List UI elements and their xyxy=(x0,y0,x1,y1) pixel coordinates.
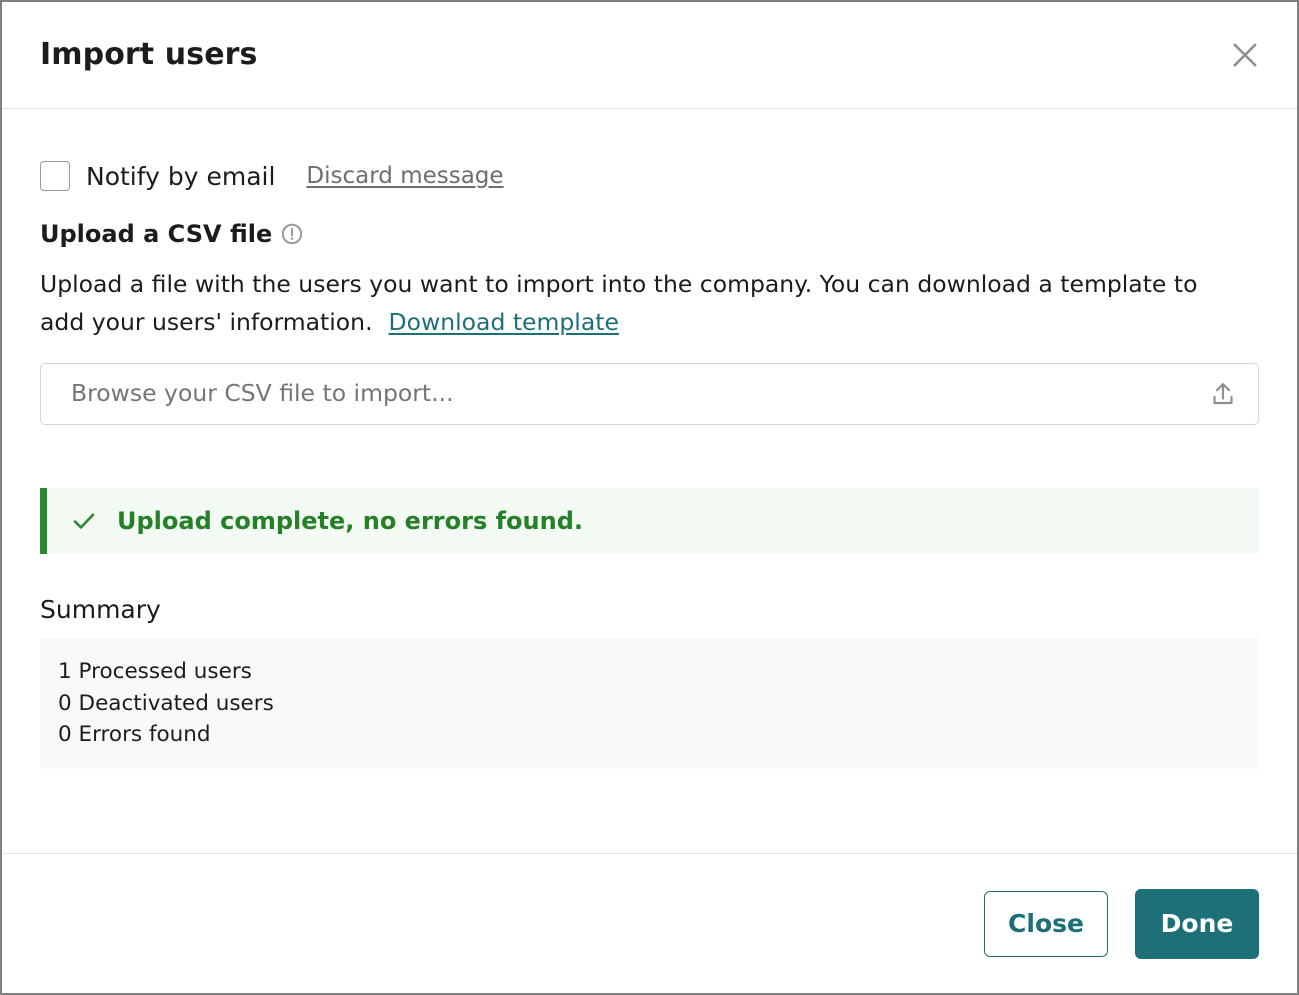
upload-icon[interactable] xyxy=(1208,379,1238,409)
summary-box: 1 Processed users 0 Deactivated users 0 … xyxy=(40,638,1259,769)
close-button-footer[interactable]: Close xyxy=(984,890,1108,957)
exclamation-circle-icon[interactable] xyxy=(281,223,303,245)
dialog-header: Import users xyxy=(2,2,1297,109)
upload-success-message: Upload complete, no errors found. xyxy=(117,507,583,536)
dialog-body: Notify by email Discard message Upload a… xyxy=(2,109,1297,853)
import-users-dialog: Import users Notify by email Discard mes… xyxy=(0,0,1299,995)
csv-file-input[interactable]: Browse your CSV file to import... xyxy=(40,363,1259,426)
check-icon xyxy=(71,508,97,534)
summary-heading: Summary xyxy=(40,595,161,625)
page-title: Import users xyxy=(40,37,258,72)
notify-by-email-checkbox[interactable] xyxy=(40,161,70,191)
upload-csv-heading-text: Upload a CSV file xyxy=(40,220,273,248)
close-button[interactable] xyxy=(1223,33,1267,77)
notify-row: Notify by email Discard message xyxy=(40,161,1259,191)
discard-message-link[interactable]: Discard message xyxy=(306,164,503,188)
summary-line-errors: 0 Errors found xyxy=(58,722,211,748)
dialog-footer: Close Done xyxy=(2,853,1297,993)
summary-line-processed: 1 Processed users xyxy=(58,659,252,685)
notify-by-email-label: Notify by email xyxy=(86,161,276,191)
upload-success-banner: Upload complete, no errors found. xyxy=(40,488,1259,555)
done-button[interactable]: Done xyxy=(1135,888,1259,959)
csv-file-input-placeholder: Browse your CSV file to import... xyxy=(71,379,454,408)
upload-section-heading: Upload a CSV file xyxy=(40,222,1259,246)
summary-line-deactivated: 0 Deactivated users xyxy=(58,690,274,716)
close-icon xyxy=(1230,40,1260,70)
upload-section-description: Upload a file with the users you want to… xyxy=(40,265,1230,341)
download-template-link[interactable]: Download template xyxy=(389,308,619,336)
